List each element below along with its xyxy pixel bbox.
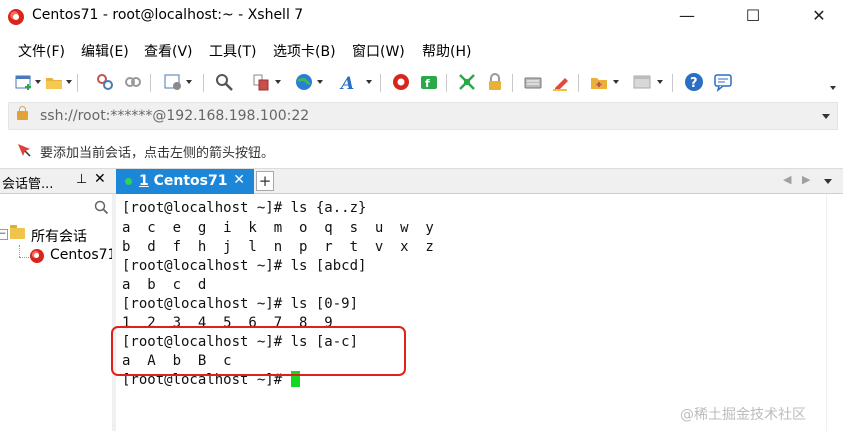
terminal-line: [root@localhost ~]# ls [0-9] — [122, 296, 359, 312]
address-input[interactable]: ssh://root:******@192.168.198.100:22 — [40, 108, 309, 124]
script-icon[interactable] — [589, 72, 609, 92]
tab-centos71[interactable]: 1 Centos71 ✕ — [116, 169, 254, 195]
highlight-annotation-box — [111, 326, 406, 376]
terminal[interactable]: [root@localhost ~]# ls {a..z} a c e g i … — [116, 194, 826, 431]
terminal-line: b d f h j l n p r t v x z — [122, 239, 434, 255]
tree-child-label: Centos71 — [50, 247, 117, 263]
maximize-button[interactable]: ☐ — [730, 0, 776, 32]
tree-connector — [19, 245, 20, 257]
tree-node-all-sessions[interactable]: − 所有会话 — [0, 225, 110, 245]
terminal-line: a c e g i k m o q s u w y — [122, 220, 434, 236]
copy-paste-icon[interactable] — [251, 72, 271, 92]
toolbar-separator — [150, 74, 151, 92]
xshell-logo-icon[interactable] — [391, 72, 411, 92]
layout-icon[interactable] — [632, 72, 652, 92]
toolbar-separator — [578, 74, 579, 92]
help-icon[interactable]: ? — [684, 72, 704, 92]
open-folder-icon[interactable] — [44, 72, 64, 92]
toolbar-separator — [446, 74, 447, 92]
terminal-line: a b c d — [122, 277, 207, 293]
menu-help[interactable]: 帮助(H) — [422, 41, 471, 61]
session-manager-title: 会话管... — [2, 177, 54, 192]
folder-icon — [10, 225, 25, 239]
svg-text:?: ? — [690, 76, 698, 91]
new-session-dropdown-icon[interactable] — [35, 80, 41, 84]
terminal-line: [root@localhost ~]# ls [abcd] — [122, 258, 367, 274]
toolbar-separator — [672, 74, 673, 92]
toolbar-separator — [380, 74, 381, 92]
close-window-button[interactable]: ✕ — [796, 0, 842, 32]
lock-icon[interactable] — [485, 72, 505, 92]
tab-bar: 会话管... ⊥ ✕ 1 Centos71 ✕ + ◀ ▶ — [0, 168, 843, 195]
toolbar-overflow-icon[interactable] — [830, 86, 836, 90]
font-icon[interactable]: A — [339, 72, 359, 92]
menu-file[interactable]: 文件(F) — [18, 41, 65, 61]
xshell-app-icon — [8, 9, 24, 25]
hint-text: 要添加当前会话，点击左侧的箭头按钮。 — [40, 146, 275, 161]
tab-number: 1 — [139, 173, 149, 189]
layout-dropdown-icon[interactable] — [657, 80, 663, 84]
title-bar: Centos71 - root@localhost:~ - Xshell 7 —… — [0, 0, 843, 34]
menu-window[interactable]: 窗口(W) — [352, 41, 405, 61]
tab-name: Centos71 — [153, 173, 228, 189]
menu-edit[interactable]: 编辑(E) — [81, 41, 129, 61]
new-tab-button[interactable]: + — [256, 171, 274, 191]
menu-bar: 文件(F) 编辑(E) 查看(V) 工具(T) 选项卡(B) 窗口(W) 帮助(… — [0, 38, 843, 64]
properties-icon[interactable] — [163, 72, 183, 92]
reconnect-icon[interactable] — [123, 72, 143, 92]
svg-text:A: A — [339, 74, 354, 92]
script-dropdown-icon[interactable] — [613, 80, 619, 84]
globe-dropdown-icon[interactable] — [317, 80, 323, 84]
panel-close-button[interactable]: ✕ — [94, 171, 106, 187]
toolbar-separator — [203, 74, 204, 92]
tab-close-button[interactable]: ✕ — [233, 172, 245, 188]
tree-node-centos71[interactable]: Centos71 — [30, 247, 116, 267]
keyboard-icon[interactable] — [523, 72, 543, 92]
tab-scroll-left-icon[interactable]: ◀ — [783, 173, 791, 186]
xftp-icon[interactable]: f — [419, 72, 439, 92]
address-dropdown-icon[interactable] — [822, 114, 830, 119]
toolbar-separator — [512, 74, 513, 92]
chat-icon[interactable] — [713, 72, 733, 92]
minimize-button[interactable]: — — [664, 0, 710, 32]
tab-scroll-right-icon[interactable]: ▶ — [802, 173, 810, 186]
menu-tools[interactable]: 工具(T) — [209, 41, 256, 61]
tree-root-label: 所有会话 — [31, 229, 87, 245]
tree-collapse-icon[interactable]: − — [0, 229, 8, 240]
properties-dropdown-icon[interactable] — [186, 80, 192, 84]
find-icon[interactable] — [214, 72, 234, 92]
address-bar[interactable]: ssh://root:******@192.168.198.100:22 — [8, 102, 838, 130]
copy-dropdown-icon[interactable] — [275, 80, 281, 84]
tab-label: 1 Centos71 — [139, 173, 228, 189]
toolbar: A f ? — [0, 70, 843, 98]
highlighter-icon[interactable] — [551, 72, 571, 92]
disconnect-icon[interactable] — [95, 72, 115, 92]
session-manager-panel: − 所有会话 Centos71 — [0, 194, 116, 431]
fullscreen-icon[interactable] — [457, 72, 477, 92]
menu-view[interactable]: 查看(V) — [144, 41, 193, 61]
menu-tab[interactable]: 选项卡(B) — [273, 41, 336, 61]
terminal-scrollbar[interactable] — [826, 194, 843, 431]
watermark: @稀土掘金技术社区 — [680, 407, 806, 423]
toolbar-separator — [77, 74, 78, 92]
search-icon[interactable] — [94, 200, 108, 214]
session-icon — [30, 249, 44, 263]
terminal-line: [root@localhost ~]# ls {a..z} — [122, 200, 367, 216]
padlock-icon — [17, 106, 28, 120]
globe-icon[interactable] — [294, 72, 314, 92]
pin-icon[interactable]: ⊥ — [76, 172, 87, 187]
connected-status-icon — [125, 178, 132, 185]
tree-connector — [19, 257, 29, 258]
window-title: Centos71 - root@localhost:~ - Xshell 7 — [32, 7, 304, 23]
font-dropdown-icon[interactable] — [366, 80, 372, 84]
new-session-icon[interactable] — [14, 72, 34, 92]
hint-bar: 要添加当前会话，点击左侧的箭头按钮。 — [8, 138, 838, 164]
open-dropdown-icon[interactable] — [66, 80, 72, 84]
tab-list-dropdown-icon[interactable] — [824, 179, 832, 184]
add-session-arrow-icon[interactable] — [16, 142, 32, 158]
svg-text:f: f — [425, 77, 430, 90]
